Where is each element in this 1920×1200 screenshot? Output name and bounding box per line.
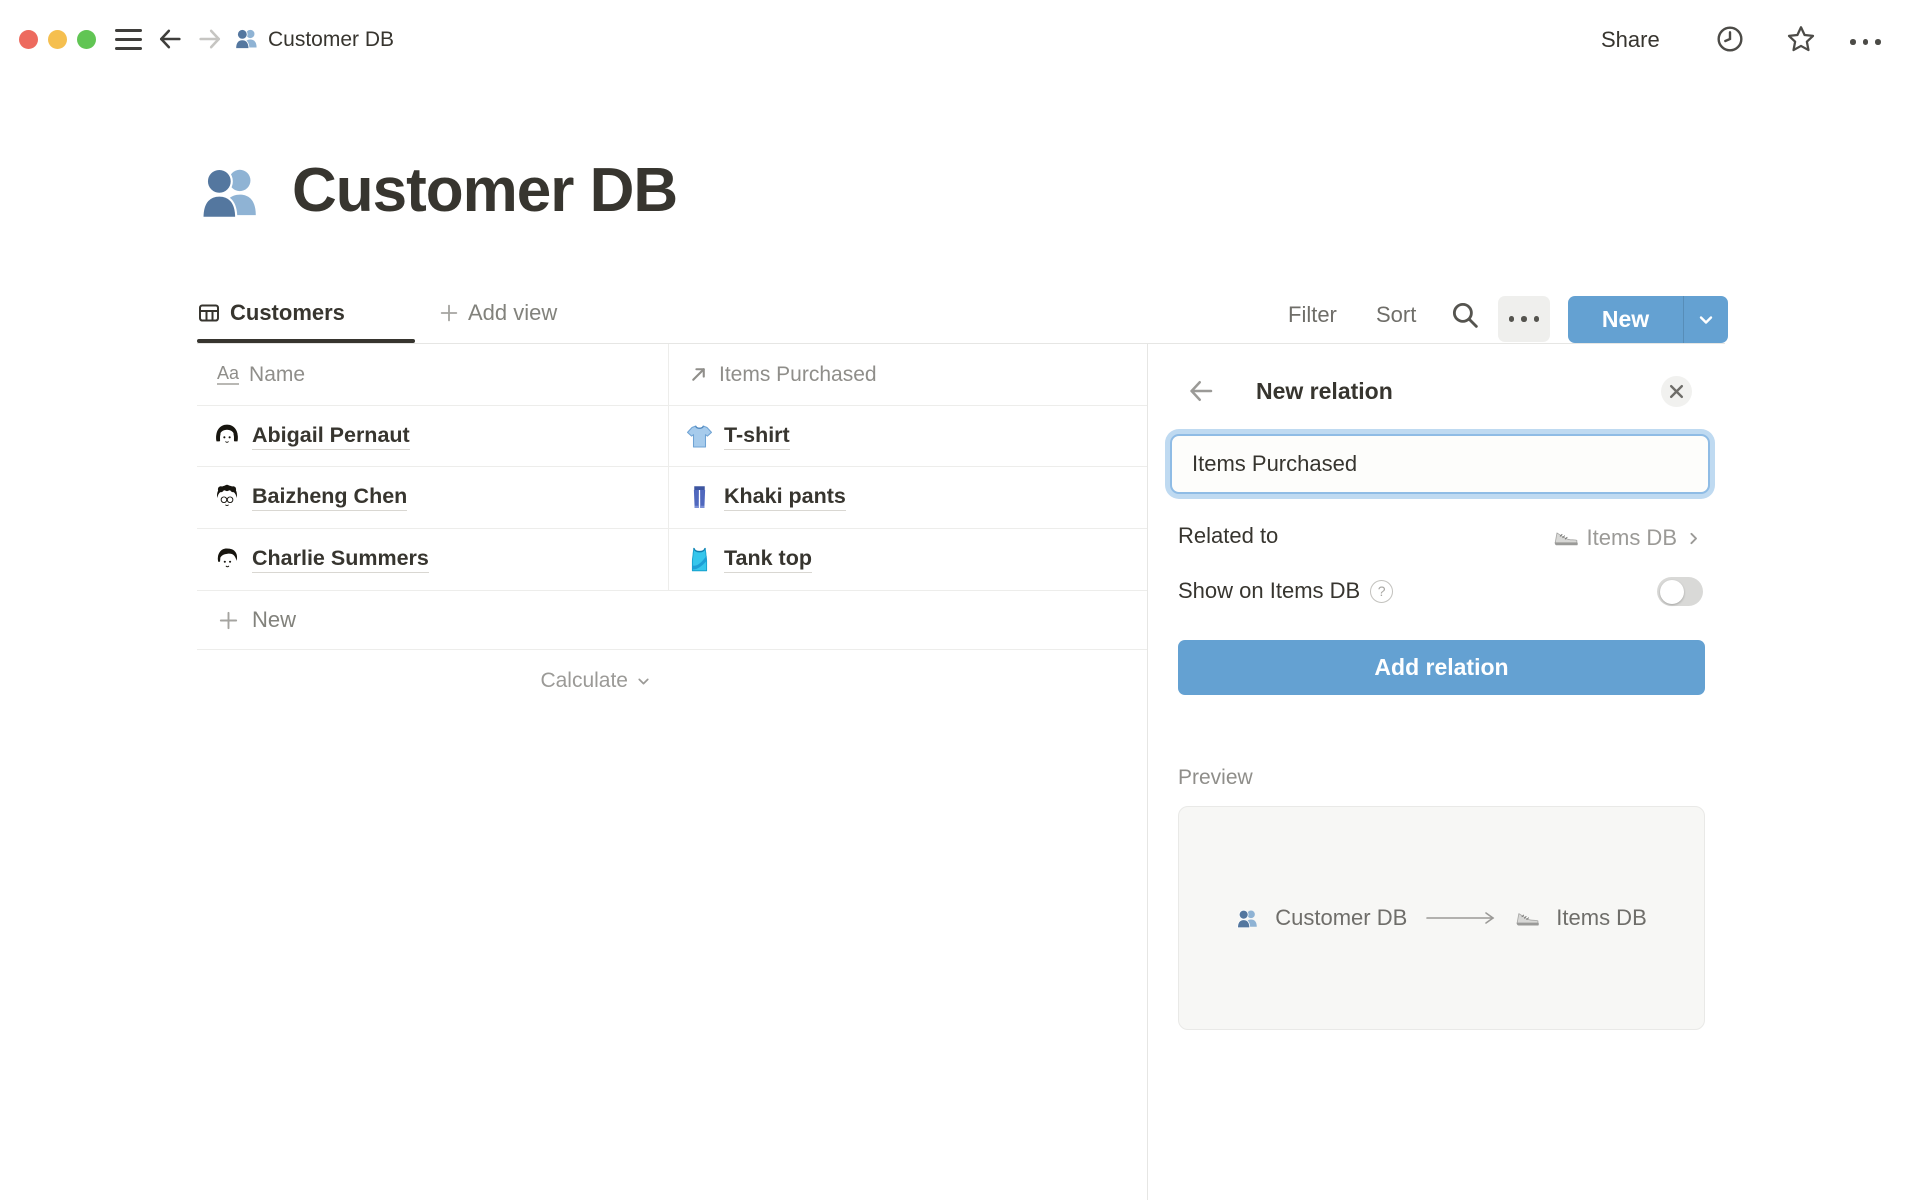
window-minimize-button[interactable] [48, 30, 67, 49]
topbar: Customer DB Share [0, 0, 1920, 64]
panel-close-button[interactable] [1661, 376, 1692, 407]
table-row: Abigail Pernaut T-shirt [197, 405, 1147, 467]
avatar-abigail [213, 422, 241, 450]
sidebar-menu-icon[interactable] [115, 29, 142, 50]
calculate-button[interactable]: Calculate [197, 650, 668, 712]
window-zoom-button[interactable] [77, 30, 96, 49]
tab-customers-label: Customers [230, 300, 345, 326]
favorite-button[interactable] [1785, 23, 1817, 55]
star-icon [1785, 23, 1817, 55]
page-icon-people[interactable] [198, 160, 262, 224]
view-options-button[interactable] [1498, 296, 1550, 342]
row1-name-link: Abigail Pernaut [252, 423, 410, 450]
sneaker-icon [1553, 525, 1579, 551]
row1-item-link: T-shirt [724, 423, 790, 450]
row3-item-link: Tank top [724, 546, 812, 573]
forward-button[interactable] [196, 25, 224, 53]
ellipsis-icon [1850, 26, 1882, 58]
plus-icon [217, 609, 240, 632]
row1-item-cell[interactable]: T-shirt [686, 406, 790, 466]
row1-name-cell[interactable]: Abigail Pernaut [213, 406, 410, 466]
chevron-down-icon [1696, 310, 1716, 330]
tab-customers[interactable]: Customers [197, 300, 345, 326]
table-row: Baizheng Chen Khaki pants [197, 467, 1147, 529]
panel-divider [1147, 343, 1148, 1200]
preview-label: Preview [1178, 766, 1253, 790]
back-arrow-icon [1186, 376, 1216, 406]
table-new-row-button[interactable]: New [197, 591, 1147, 650]
sort-button[interactable]: Sort [1376, 302, 1416, 328]
back-button[interactable] [156, 25, 184, 53]
column-name-label: Name [249, 363, 305, 387]
preview-diagram: Customer DB Items DB [1236, 905, 1647, 931]
relation-arrow [1423, 910, 1499, 926]
people-icon [234, 26, 259, 51]
window-close-button[interactable] [19, 30, 38, 49]
panel-back-button[interactable] [1186, 376, 1216, 406]
new-dropdown-button[interactable] [1684, 296, 1728, 343]
related-to-value: Items DB [1587, 525, 1677, 551]
new-button[interactable]: New [1568, 296, 1684, 343]
column-header-items-purchased[interactable]: Items Purchased [688, 344, 877, 405]
relation-name-input[interactable] [1170, 434, 1710, 494]
toggle-knob [1660, 580, 1684, 604]
table-header: Aa Name Items Purchased [197, 344, 1147, 405]
filter-button[interactable]: Filter [1288, 302, 1337, 328]
page-title: Customer DB [292, 155, 677, 226]
relation-arrow-icon [688, 364, 709, 385]
ellipsis-icon [1509, 296, 1540, 342]
avatar-charlie [213, 546, 241, 574]
table-view-icon [197, 301, 221, 325]
panel-title: New relation [1256, 378, 1393, 405]
row3-item-cell[interactable]: Tank top [686, 529, 812, 590]
clock-icon [1714, 23, 1746, 55]
avatar-baizheng [213, 484, 241, 512]
column-header-name[interactable]: Aa Name [217, 344, 305, 405]
add-relation-button[interactable]: Add relation [1178, 640, 1705, 695]
close-icon [1669, 384, 1684, 399]
search-icon [1448, 298, 1482, 332]
calculate-label: Calculate [540, 669, 628, 693]
title-property-icon: Aa [217, 364, 239, 385]
new-button-group: New [1568, 296, 1728, 343]
related-to-label: Related to [1178, 523, 1278, 549]
show-on-label-row: Show on Items DB ? [1178, 578, 1393, 604]
chevron-down-icon [635, 673, 652, 690]
row2-name-cell[interactable]: Baizheng Chen [213, 467, 407, 528]
search-button[interactable] [1448, 298, 1482, 332]
preview-target-label: Items DB [1556, 905, 1646, 931]
help-icon[interactable]: ? [1370, 580, 1393, 603]
preview-card: Customer DB Items DB [1178, 806, 1705, 1030]
related-to-selector[interactable]: Items DB [1390, 522, 1702, 554]
topbar-more-button[interactable] [1850, 26, 1882, 58]
show-on-label: Show on Items DB [1178, 578, 1360, 604]
people-icon [1236, 907, 1259, 930]
add-view-label: Add view [468, 300, 557, 326]
breadcrumb[interactable]: Customer DB [268, 28, 394, 52]
table-row: Charlie Summers Tank top [197, 529, 1147, 591]
new-row-label: New [252, 607, 296, 633]
notion-window: Customer DB Share Customer DB Customers … [0, 0, 1920, 1200]
plus-icon [438, 302, 460, 324]
sneaker-icon [1515, 906, 1540, 931]
row3-name-link: Charlie Summers [252, 546, 429, 573]
preview-source-label: Customer DB [1275, 905, 1407, 931]
show-on-toggle[interactable] [1657, 577, 1703, 606]
back-arrow-icon [156, 25, 184, 53]
tshirt-icon [686, 423, 713, 450]
add-view-button[interactable]: Add view [438, 300, 557, 326]
forward-arrow-icon [196, 25, 224, 53]
column-items-label: Items Purchased [719, 363, 877, 387]
share-button[interactable]: Share [1601, 27, 1660, 53]
chevron-right-icon [1685, 530, 1702, 547]
row3-name-cell[interactable]: Charlie Summers [213, 529, 429, 590]
tanktop-icon [686, 546, 713, 573]
row2-item-link: Khaki pants [724, 484, 846, 511]
row2-name-link: Baizheng Chen [252, 484, 407, 511]
updates-button[interactable] [1714, 23, 1746, 55]
jeans-icon [686, 484, 713, 511]
row2-item-cell[interactable]: Khaki pants [686, 467, 846, 528]
